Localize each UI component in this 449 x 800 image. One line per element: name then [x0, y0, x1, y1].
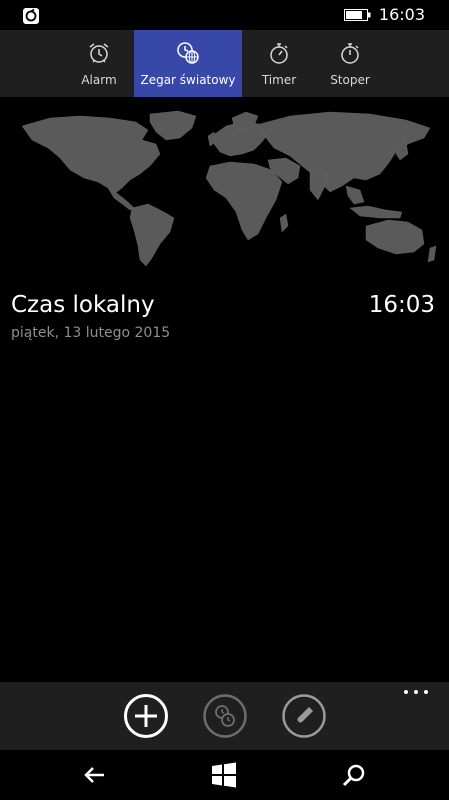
world-map — [21, 110, 437, 267]
add-icon[interactable] — [123, 693, 169, 739]
search-icon[interactable] — [339, 760, 369, 790]
tab-timer-label: Timer — [261, 73, 297, 87]
tab-bar: Alarm Zegar światowy Timer Stoper — [0, 30, 449, 97]
more-dots-icon[interactable] — [401, 686, 431, 702]
tab-alarm[interactable]: Alarm — [64, 30, 134, 97]
local-date: piątek, 13 lutego 2015 — [11, 325, 171, 341]
back-arrow-icon[interactable] — [80, 760, 110, 790]
status-bar: 16:03 — [0, 0, 449, 30]
timer-icon — [270, 43, 288, 64]
world-clock-app: 16:03 Alarm Zegar światowy Timer Stoper … — [0, 0, 449, 800]
compare-clock-icon[interactable] — [202, 693, 248, 739]
status-time: 16:03 — [378, 5, 425, 24]
notification-sync-icon — [23, 8, 39, 24]
tab-timer[interactable]: Timer — [244, 30, 314, 97]
stopwatch-icon — [341, 43, 359, 64]
tab-world-clock[interactable]: Zegar światowy — [134, 30, 242, 97]
battery-icon — [344, 9, 371, 21]
tab-world-clock-label: Zegar światowy — [140, 73, 236, 87]
tab-stopwatch[interactable]: Stoper — [314, 30, 386, 97]
nav-bar — [0, 750, 449, 800]
tab-stopwatch-label: Stoper — [330, 73, 370, 87]
app-bar — [0, 682, 449, 750]
tab-alarm-label: Alarm — [81, 73, 117, 87]
local-time-value: 16:03 — [368, 292, 435, 318]
local-time-title[interactable]: Czas lokalny — [11, 290, 155, 320]
world-clock-icon — [177, 42, 199, 64]
windows-start-icon[interactable] — [209, 760, 239, 790]
alarm-clock-icon — [89, 43, 109, 63]
edit-icon[interactable] — [281, 693, 327, 739]
